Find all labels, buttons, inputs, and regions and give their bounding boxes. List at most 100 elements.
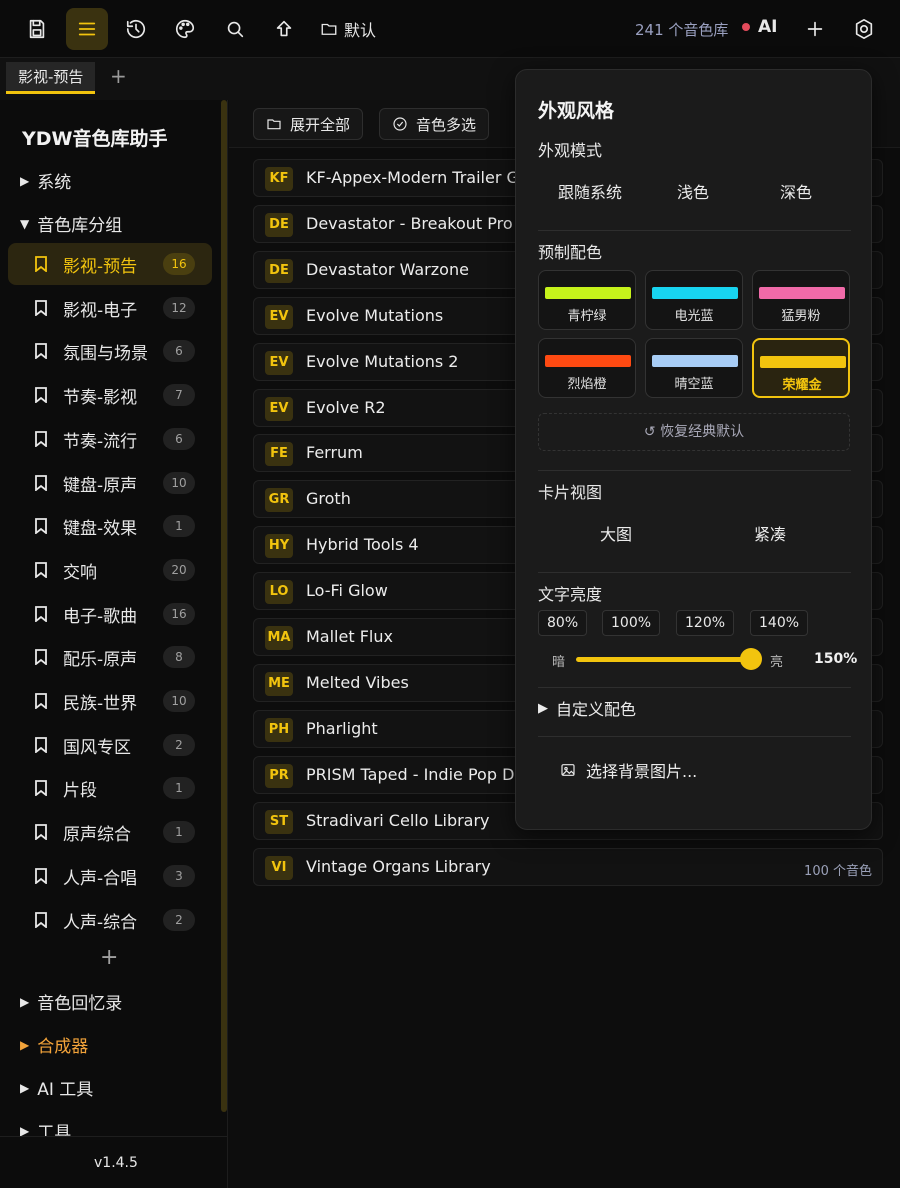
divider [538, 230, 851, 231]
card-view-heading: 卡片视图 [538, 483, 603, 502]
library-row[interactable]: VI Vintage Organs Library 100 个音色 [253, 847, 883, 886]
reset-default-button[interactable]: ↺ 恢复经典默认 [538, 413, 850, 451]
sidebar-group-item[interactable]: 键盘-原声 10 [8, 462, 212, 504]
section-ai-tools[interactable]: ▶ AI 工具 [20, 1075, 93, 1100]
choose-background-button[interactable]: 选择背景图片... [560, 758, 697, 782]
color-preset-swatch[interactable]: 猛男粉 [752, 270, 850, 330]
section-system-label: 系统 [37, 173, 72, 193]
brightness-slider-track[interactable] [576, 657, 752, 662]
sidebar-group-item[interactable]: 影视-预告 16 [8, 243, 212, 285]
sidebar-group-item[interactable]: 原声综合 1 [8, 811, 212, 853]
ai-label: AI [758, 17, 778, 37]
menu-button[interactable] [66, 8, 108, 50]
settings-button[interactable] [843, 8, 885, 50]
default-folder-button[interactable]: 默认 [320, 17, 376, 41]
sidebar-group-item[interactable]: 影视-电子 12 [8, 287, 212, 329]
bookmark-icon [34, 430, 48, 448]
brightness-140[interactable]: 140% [750, 610, 809, 636]
sidebar-group-item[interactable]: 配乐-原声 8 [8, 636, 212, 678]
library-code-badge: EV [265, 396, 293, 421]
card-large[interactable]: 大图 [600, 521, 632, 545]
slider-dark-label: 暗 [552, 655, 566, 670]
color-preset-swatch[interactable]: 电光蓝 [645, 270, 743, 330]
brightness-120[interactable]: 120% [676, 610, 735, 636]
check-circle-icon [393, 117, 407, 131]
sidebar-group-item[interactable]: 国风专区 2 [8, 724, 212, 766]
add-button[interactable] [794, 8, 836, 50]
expand-triangle-icon: ▶ [20, 1037, 30, 1052]
choose-background-label: 选择背景图片... [586, 762, 698, 781]
multi-select-button[interactable]: 音色多选 [379, 108, 490, 140]
section-memory-label: 音色回忆录 [37, 994, 123, 1014]
color-bar [652, 287, 738, 299]
sidebar-group-item[interactable]: 人声-综合 2 [8, 899, 212, 941]
save-button[interactable] [16, 8, 58, 50]
color-preset-swatch[interactable]: 烈焰橙 [538, 338, 636, 398]
sidebar-group-item[interactable]: 键盘-效果 1 [8, 505, 212, 547]
library-name: Evolve Mutations 2 [306, 351, 459, 371]
mode-follow-system[interactable]: 跟随系统 [558, 179, 622, 203]
color-bar [760, 356, 846, 368]
section-system[interactable]: ▶ 系统 [20, 168, 71, 193]
color-bar [545, 287, 631, 299]
bookmark-icon [34, 256, 48, 273]
brightness-slider-knob[interactable] [740, 648, 762, 670]
sidebar-group-item[interactable]: 氛围与场景 6 [8, 330, 212, 372]
sidebar-group-item[interactable]: 节奏-影视 7 [8, 374, 212, 416]
sidebar-group-item[interactable]: 节奏-流行 6 [8, 418, 212, 460]
divider [538, 687, 851, 688]
ai-status-button[interactable]: AI [742, 17, 777, 37]
section-ai-tools-label: AI 工具 [37, 1080, 94, 1100]
theme-button[interactable] [164, 8, 206, 50]
bookmark-icon [34, 911, 48, 929]
sidebar-group-item[interactable]: 电子-歌曲 16 [8, 593, 212, 635]
mode-light[interactable]: 浅色 [677, 179, 709, 203]
library-code-badge: LO [265, 580, 293, 605]
collapse-triangle-icon: ▼ [20, 216, 30, 231]
folder-icon [267, 119, 281, 130]
sidebar-group-item[interactable]: 交响 20 [8, 549, 212, 591]
expand-all-button[interactable]: 展开全部 [253, 108, 364, 140]
count-badge: 1 [163, 515, 195, 538]
section-synth[interactable]: ▶ 合成器 [20, 1032, 88, 1057]
search-button[interactable] [214, 8, 256, 50]
brightness-80[interactable]: 80% [538, 610, 588, 636]
add-group-icon[interactable]: + [100, 945, 118, 970]
count-badge: 2 [163, 733, 195, 756]
app-title: YDW音色库助手 [22, 128, 168, 150]
sidebar-scrollbar[interactable] [221, 100, 227, 1112]
library-name: Stradivari Cello Library [306, 810, 490, 830]
upload-button[interactable] [263, 8, 305, 50]
sidebar-group-item[interactable]: 片段 1 [8, 767, 212, 809]
section-groups[interactable]: ▼ 音色库分组 [20, 211, 122, 236]
library-name: Mallet Flux [306, 627, 393, 646]
color-preset-swatch[interactable]: 晴空蓝 [645, 338, 743, 398]
color-preset-label: 晴空蓝 [674, 377, 714, 392]
library-name: Devastator - Breakout Pro [306, 213, 513, 233]
color-preset-swatch[interactable]: 青柠绿 [538, 270, 636, 330]
color-preset-swatch[interactable]: 荣耀金 [752, 338, 850, 398]
color-preset-label: 青柠绿 [567, 309, 607, 324]
history-button[interactable] [115, 8, 157, 50]
sidebar-group-label: 键盘-原声 [63, 475, 138, 496]
appearance-panel: 外观风格 外观模式 跟随系统 浅色 深色 预制配色 青柠绿 电光蓝 猛男粉 烈焰橙 晴空… [515, 69, 872, 830]
slider-light-label: 亮 [770, 655, 784, 670]
sidebar-group-item[interactable]: 民族-世界 10 [8, 680, 212, 722]
card-compact[interactable]: 紧凑 [754, 521, 786, 545]
library-name: Lo-Fi Glow [306, 581, 388, 601]
sidebar-group-label: 配乐-原声 [63, 650, 138, 671]
brightness-100[interactable]: 100% [602, 610, 661, 636]
library-name: Evolve R2 [306, 397, 386, 417]
mode-dark[interactable]: 深色 [780, 179, 812, 203]
count-badge: 16 [163, 602, 195, 625]
upload-arrow-icon [276, 20, 292, 37]
sidebar-group-label: 国风专区 [63, 737, 131, 758]
section-memory[interactable]: ▶ 音色回忆录 [20, 989, 122, 1014]
library-code-badge: PH [265, 717, 293, 742]
tab-film-trailer[interactable]: 影视-预告 [6, 62, 96, 94]
library-name: Pharlight [306, 718, 378, 738]
custom-color-toggle[interactable]: ▶ 自定义配色 [538, 696, 636, 720]
sidebar-group-item[interactable]: 人声-合唱 3 [8, 855, 212, 897]
plus-icon [807, 21, 823, 37]
add-tab-icon[interactable]: + [110, 64, 127, 88]
